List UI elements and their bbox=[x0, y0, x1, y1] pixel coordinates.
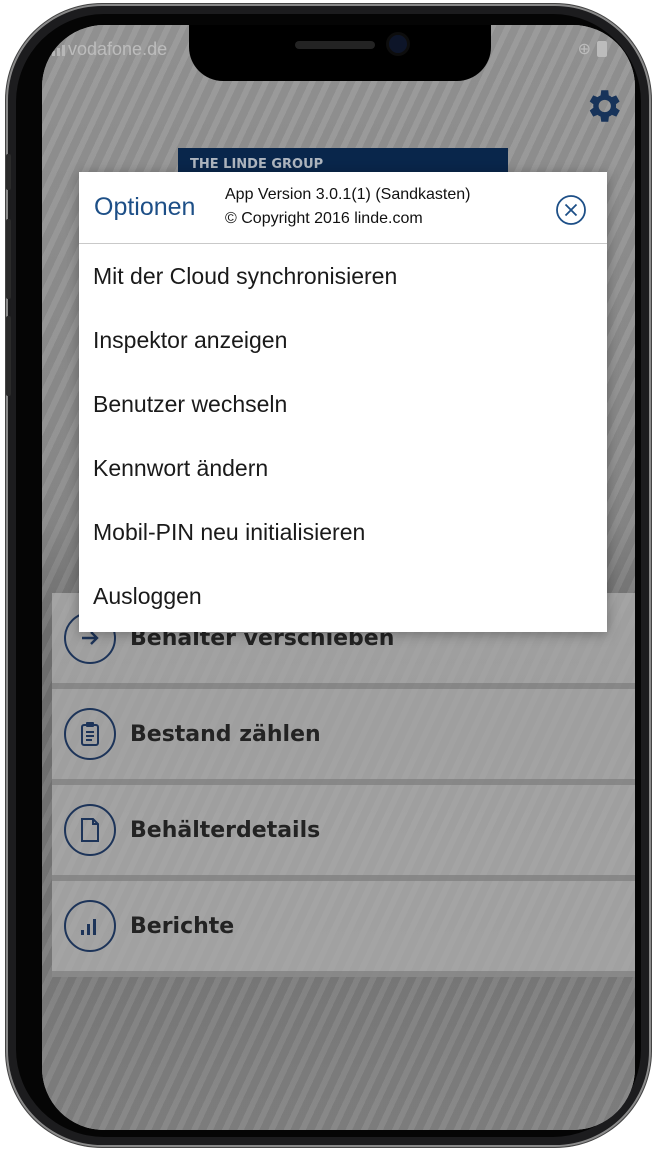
app-screen: vodafone.de ⊕ THE LINDE GROUP Behälter v… bbox=[42, 25, 635, 1130]
close-icon[interactable] bbox=[555, 194, 587, 226]
option-sync-cloud[interactable]: Mit der Cloud synchronisieren bbox=[79, 244, 607, 308]
option-reset-mobile-pin[interactable]: Mobil-PIN neu initialisieren bbox=[79, 500, 607, 564]
volume-down-button bbox=[6, 316, 11, 396]
dialog-title: Optionen bbox=[94, 193, 196, 221]
option-show-inspector[interactable]: Inspektor anzeigen bbox=[79, 308, 607, 372]
app-info: App Version 3.0.1(1) (Sandkasten) © Copy… bbox=[225, 183, 470, 231]
mute-switch bbox=[6, 154, 11, 190]
option-switch-user[interactable]: Benutzer wechseln bbox=[79, 372, 607, 436]
option-change-password[interactable]: Kennwort ändern bbox=[79, 436, 607, 500]
app-version: App Version 3.0.1(1) (Sandkasten) bbox=[225, 186, 471, 203]
dialog-header: Optionen App Version 3.0.1(1) (Sandkaste… bbox=[79, 172, 607, 244]
options-dialog: Optionen App Version 3.0.1(1) (Sandkaste… bbox=[79, 172, 607, 632]
volume-up-button bbox=[6, 219, 11, 299]
option-logout[interactable]: Ausloggen bbox=[79, 564, 607, 628]
copyright: © Copyright 2016 linde.com bbox=[225, 210, 423, 227]
